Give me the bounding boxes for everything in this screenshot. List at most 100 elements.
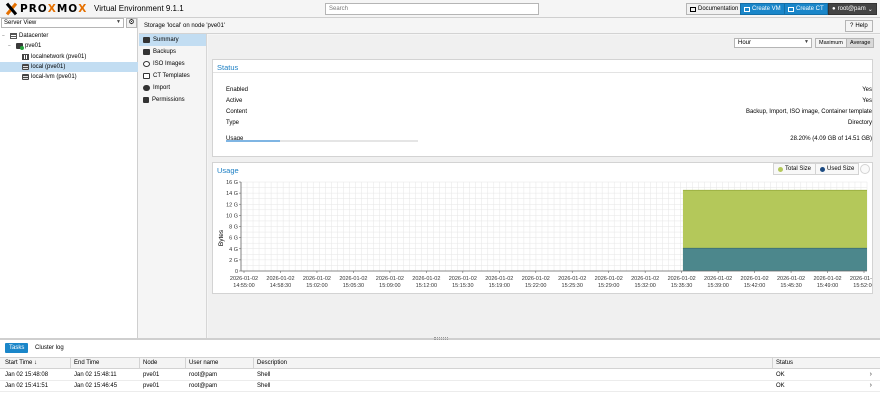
- x-tick-label-date: 2026-01-02: [266, 276, 294, 282]
- content-header: [139, 18, 880, 34]
- task-description: Shell: [257, 372, 271, 378]
- tree-item-local[interactable]: local (pve01): [0, 62, 138, 72]
- y-tick-label: 4 G: [229, 247, 238, 253]
- status-row-active: Active Yes: [226, 98, 872, 104]
- x-tick-label-date: 2026-01-02: [668, 276, 696, 282]
- tasks-table-header: [0, 357, 880, 369]
- tree-item-localnetwork[interactable]: localnetwork (pve01): [22, 52, 137, 62]
- search-input[interactable]: Search: [325, 3, 539, 15]
- x-tick-label-time: 15:32:00: [634, 283, 655, 289]
- chart-areas: [682, 189, 867, 271]
- column-node[interactable]: Node: [143, 360, 157, 366]
- y-tick-label: 14 G: [226, 191, 238, 197]
- x-tick-label-time: 15:45:30: [780, 283, 801, 289]
- product-version: Virtual Environment 9.1.1: [94, 4, 184, 13]
- column-divider: [253, 357, 254, 369]
- usage-chart: 02 G4 G6 G8 G10 G12 G14 G16 G2026-01-021…: [218, 180, 872, 289]
- gear-icon[interactable]: ⚙: [126, 18, 137, 28]
- task-node: pve01: [143, 372, 160, 378]
- legend-total-size[interactable]: Total Size: [773, 163, 817, 175]
- y-tick-label: 10 G: [226, 213, 238, 219]
- collapse-icon[interactable]: −: [2, 33, 8, 39]
- task-description: Shell: [257, 383, 271, 389]
- status-panel-title: Status: [213, 60, 872, 73]
- chevron-down-icon: ⌄: [867, 6, 873, 13]
- column-end-time[interactable]: End Time: [74, 360, 99, 366]
- collapse-icon[interactable]: −: [8, 43, 14, 49]
- tree-item-local-lvm[interactable]: local-lvm (pve01): [22, 72, 137, 82]
- unlock-icon: [143, 97, 149, 103]
- x-tick-label-time: 15:49:00: [817, 283, 838, 289]
- server-view-select[interactable]: Server View ▼: [1, 18, 124, 28]
- create-vm-button[interactable]: Create VM: [740, 3, 785, 15]
- documentation-button[interactable]: Documentation: [686, 3, 743, 15]
- nav-backups[interactable]: Backups: [139, 46, 206, 58]
- nav-permissions[interactable]: Permissions: [139, 94, 206, 106]
- nav-iso-images[interactable]: ISO Images: [139, 58, 206, 70]
- book-icon: [143, 37, 150, 43]
- cloud-icon: [143, 85, 150, 91]
- x-tick-label-time: 15:12:00: [416, 283, 437, 289]
- average-button[interactable]: Average: [846, 38, 875, 48]
- x-tick-label-time: 15:22:00: [525, 283, 546, 289]
- chevron-right-icon[interactable]: ›: [870, 382, 872, 389]
- nav-ct-templates[interactable]: CT Templates: [139, 70, 206, 82]
- tab-tasks[interactable]: Tasks: [5, 343, 29, 353]
- x-tick-label-time: 15:02:00: [306, 283, 327, 289]
- chevron-down-icon: ▼: [116, 19, 121, 25]
- column-description[interactable]: Description: [257, 360, 287, 366]
- legend-dot-icon: [820, 166, 825, 172]
- chevron-right-icon[interactable]: ›: [870, 371, 872, 378]
- table-row[interactable]: Jan 02 15:41:51 Jan 02 15:46:45 pve01 ro…: [0, 381, 880, 392]
- sort-desc-icon: ↓: [34, 360, 38, 366]
- usage-progress-fill: [226, 140, 281, 142]
- task-user: root@pam: [189, 383, 218, 389]
- tree-item-datacenter[interactable]: − Datacenter: [2, 31, 137, 41]
- maximum-button[interactable]: Maximum: [815, 38, 847, 48]
- x-tick-label-date: 2026-01-02: [303, 276, 331, 282]
- undo-zoom-icon[interactable]: [860, 164, 870, 174]
- node-online-icon: [16, 43, 24, 50]
- x-tick-label-date: 2026-01-02: [704, 276, 732, 282]
- y-tick-label: 8 G: [229, 225, 238, 231]
- user-menu-button[interactable]: ● root@pam ⌄: [828, 3, 877, 15]
- column-start-time[interactable]: Start Time ↓: [5, 360, 37, 366]
- y-tick-label: 0: [235, 269, 238, 275]
- storage-icon: [22, 74, 29, 80]
- column-user-name[interactable]: User name: [189, 360, 218, 366]
- tree-item-pve01[interactable]: − pve01: [8, 41, 137, 51]
- series-area-used-size: [682, 248, 867, 271]
- status-row-enabled: Enabled Yes: [226, 87, 872, 93]
- network-icon: [22, 54, 29, 60]
- resize-handle[interactable]: [434, 337, 448, 340]
- status-row-content: Content Backup, Import, ISO image, Contai…: [226, 109, 872, 115]
- help-button[interactable]: ? Help: [845, 20, 873, 32]
- task-end: Jan 02 15:46:45: [74, 383, 118, 389]
- x-tick-label-date: 2026-01-02: [558, 276, 586, 282]
- task-user: root@pam: [189, 372, 218, 378]
- x-tick-label-time: 15:25:30: [562, 283, 583, 289]
- status-panel: Status Enabled Yes Active Yes Content Backu…: [212, 59, 873, 157]
- table-row[interactable]: Jan 02 15:48:08 Jan 02 15:48:11 pve01 ro…: [0, 370, 880, 381]
- datacenter-icon: [10, 33, 17, 39]
- nav-summary[interactable]: Summary: [139, 34, 206, 46]
- column-divider: [70, 357, 71, 369]
- nav-import[interactable]: Import: [139, 82, 206, 94]
- y-tick-label: 12 G: [226, 202, 238, 208]
- brand-wordmark: PROXMOX: [20, 2, 88, 15]
- x-tick-label-date: 2026-01-02: [813, 276, 841, 282]
- tab-cluster-log[interactable]: Cluster log: [31, 343, 68, 353]
- chevron-down-icon: ▼: [804, 39, 809, 45]
- task-status: OK: [776, 372, 785, 378]
- x-tick-label-date: 2026-01-02: [777, 276, 805, 282]
- legend-used-size[interactable]: Used Size: [815, 163, 860, 175]
- task-start: Jan 02 15:41:51: [5, 383, 49, 389]
- y-tick-label: 2 G: [229, 258, 238, 264]
- proxmox-logo[interactable]: PROXMOX: [4, 2, 87, 15]
- x-tick-label-time: 15:29:00: [598, 283, 619, 289]
- user-icon: ●: [832, 6, 836, 12]
- timeframe-select[interactable]: Hour ▼: [734, 38, 812, 48]
- column-status[interactable]: Status: [776, 360, 793, 366]
- x-tick-label-time: 14:58:30: [270, 283, 291, 289]
- create-ct-button[interactable]: Create CT: [784, 3, 828, 15]
